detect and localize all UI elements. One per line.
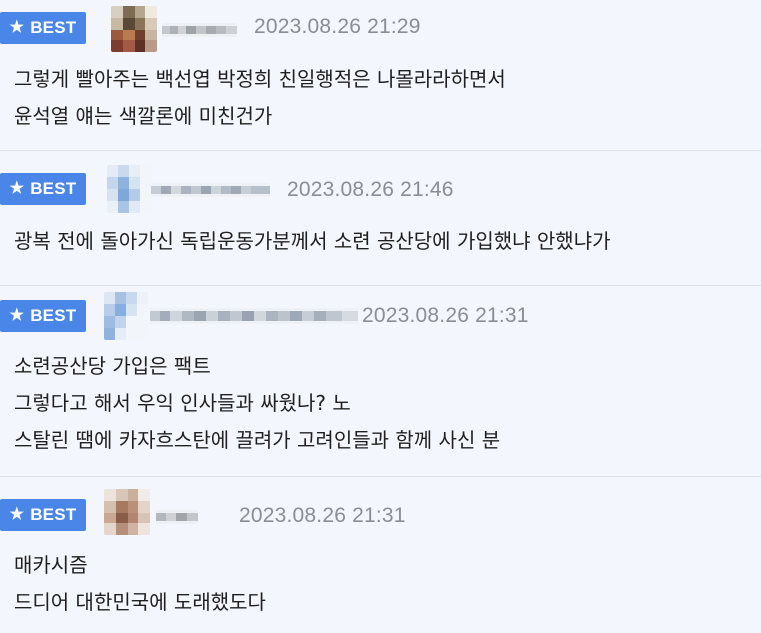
comment-line: 윤석열 얘는 색깔론에 미친건가 <box>14 104 273 128</box>
best-badge-label: BEST <box>30 306 77 325</box>
comment-line: 드디어 대한민국에 도래했도다 <box>14 590 266 614</box>
comment-timestamp: 2023.08.26 21:31 <box>362 304 529 327</box>
comment-item: ★ BEST <box>0 151 761 286</box>
star-icon: ★ <box>9 180 25 197</box>
comment-line: 매카시즘 <box>14 553 88 577</box>
comment-line: 그렇다고 해서 우익 인사들과 싸웠나? 노 <box>14 391 351 415</box>
comment-body: 광복 전에 돌아가신 독립운동가분께서 소련 공산당에 가입했냐 안했냐가 <box>14 223 611 260</box>
star-icon: ★ <box>9 307 25 324</box>
comment-line: 그렇게 빨아주는 백선엽 박정희 친일행적은 나몰라라하면서 <box>14 67 506 91</box>
best-badge: ★ BEST <box>0 12 86 44</box>
avatar[interactable] <box>107 165 151 213</box>
avatar[interactable] <box>111 6 157 52</box>
comment-timestamp: 2023.08.26 21:46 <box>287 178 454 201</box>
best-badge-label: BEST <box>30 505 77 524</box>
star-icon: ★ <box>9 506 25 523</box>
nickname[interactable] <box>162 22 237 37</box>
nickname[interactable] <box>151 182 270 197</box>
comment-timestamp: 2023.08.26 21:29 <box>254 15 421 38</box>
best-badge-label: BEST <box>30 18 77 37</box>
nickname[interactable] <box>156 509 198 524</box>
best-badge: ★ BEST <box>0 499 86 531</box>
comment-body: 그렇게 빨아주는 백선엽 박정희 친일행적은 나몰라라하면서 윤석열 얘는 색깔… <box>14 61 506 135</box>
avatar[interactable] <box>104 489 150 535</box>
comment-line: 소련공산당 가입은 팩트 <box>14 354 211 378</box>
best-badge: ★ BEST <box>0 173 86 205</box>
comment-line: 스탈린 땜에 카자흐스탄에 끌려가 고려인들과 함께 사신 분 <box>14 428 501 452</box>
nickname[interactable] <box>150 308 358 324</box>
comment-item: ★ BEST <box>0 477 761 633</box>
comment-timestamp: 2023.08.26 21:31 <box>239 504 406 527</box>
comment-item: ★ BEST <box>0 0 761 151</box>
comment-line: 광복 전에 돌아가신 독립운동가분께서 소련 공산당에 가입했냐 안했냐가 <box>14 229 611 253</box>
best-badge-label: BEST <box>30 179 77 198</box>
comment-item: ★ BEST <box>0 286 761 477</box>
best-badge: ★ BEST <box>0 300 86 332</box>
comment-body: 소련공산당 가입은 팩트 그렇다고 해서 우익 인사들과 싸웠나? 노 스탈린 … <box>14 348 500 459</box>
star-icon: ★ <box>9 19 25 36</box>
avatar[interactable] <box>104 292 148 340</box>
comment-body: 매카시즘 드디어 대한민국에 도래했도다 <box>14 547 266 621</box>
